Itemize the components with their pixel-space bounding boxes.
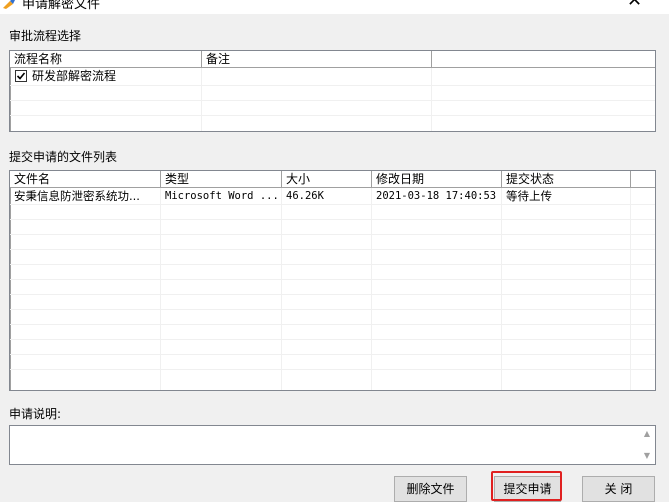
grid-line	[10, 100, 655, 101]
column-header-blank	[432, 51, 655, 68]
process-name: 研发部解密流程	[32, 69, 117, 83]
approval-section-label: 审批流程选择	[9, 29, 82, 43]
grid-line	[10, 219, 655, 220]
check-icon	[16, 72, 26, 80]
files-section-label: 提交申请的文件列表	[9, 150, 118, 164]
column-header-size[interactable]: 大小	[282, 171, 372, 188]
grid-line	[10, 279, 655, 280]
grid-line	[10, 369, 655, 370]
column-header-modified[interactable]: 修改日期	[372, 171, 502, 188]
remark-label: 申请说明:	[9, 407, 62, 421]
grid-line	[10, 324, 655, 325]
app-icon	[3, 0, 15, 9]
file-type: Microsoft Word ...	[165, 190, 279, 202]
grid-line	[10, 115, 655, 116]
close-icon[interactable]: ✕	[627, 0, 642, 11]
file-size: 46.26K	[286, 190, 324, 202]
grid-line	[10, 204, 655, 205]
process-note	[202, 69, 432, 84]
delete-file-button[interactable]: 删除文件	[394, 476, 467, 502]
file-modified: 2021-03-18 17:40:53	[376, 190, 497, 202]
submit-highlight-box	[491, 471, 562, 501]
scroll-up-icon[interactable]: ▲	[641, 428, 653, 440]
close-button[interactable]: 关 闭	[582, 476, 655, 502]
column-header-type[interactable]: 类型	[161, 171, 282, 188]
file-list[interactable]: 文件名 类型 大小 修改日期 提交状态 安秉信息防泄密系统功... Micros…	[9, 170, 656, 391]
approval-list[interactable]: 流程名称 备注 研发部解密流程	[9, 50, 656, 132]
file-row[interactable]: 安秉信息防泄密系统功... Microsoft Word ... 46.26K …	[10, 189, 655, 204]
column-header-process-name[interactable]: 流程名称	[10, 51, 202, 68]
process-checkbox[interactable]	[15, 70, 27, 82]
approval-row[interactable]: 研发部解密流程	[10, 69, 655, 84]
column-header-filler	[631, 171, 655, 188]
grid-line	[10, 294, 655, 295]
file-status: 等待上传	[506, 189, 552, 203]
title-bar: 申请解密文件 ✕	[0, 0, 669, 14]
grid-line	[10, 249, 655, 250]
window-title: 申请解密文件	[22, 0, 101, 12]
grid-line	[10, 354, 655, 355]
grid-line	[10, 234, 655, 235]
remark-textarea[interactable]: ▲ ▼	[9, 425, 656, 465]
scroll-down-icon[interactable]: ▼	[641, 450, 653, 462]
file-name: 安秉信息防泄密系统功...	[14, 189, 140, 203]
grid-line	[10, 264, 655, 265]
grid-line	[10, 85, 655, 86]
grid-line	[10, 339, 655, 340]
column-header-status[interactable]: 提交状态	[502, 171, 631, 188]
column-header-filename[interactable]: 文件名	[10, 171, 161, 188]
grid-line	[10, 309, 655, 310]
column-header-note[interactable]: 备注	[202, 51, 432, 68]
